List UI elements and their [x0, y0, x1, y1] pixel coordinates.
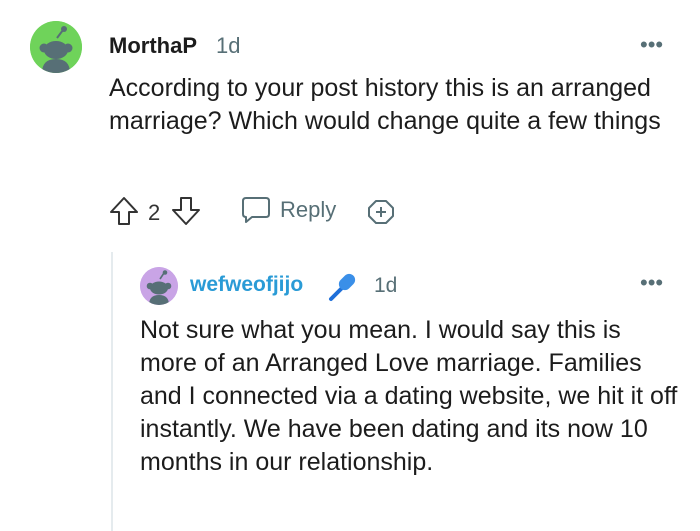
- microphone-icon: [324, 268, 360, 309]
- reply-body: Not sure what you mean. I would say this…: [140, 316, 678, 476]
- comment-timestamp: 1d: [216, 33, 241, 58]
- reply-bubble-icon: [242, 197, 270, 223]
- award-icon: [368, 200, 394, 224]
- reply-button[interactable]: Reply: [240, 195, 336, 225]
- vote-count: 2: [148, 200, 161, 225]
- reply-timestamp: 1d: [374, 274, 398, 297]
- thread-line[interactable]: [111, 252, 113, 531]
- comment-author[interactable]: MorthaP: [109, 33, 197, 59]
- award-button[interactable]: [366, 197, 396, 227]
- reply-avatar[interactable]: [140, 267, 178, 305]
- upvote-button[interactable]: [108, 195, 140, 227]
- comment-thread: MorthaP 1d ••• According to your post hi…: [0, 0, 700, 531]
- snoo-avatar-icon: [30, 21, 82, 73]
- more-options-icon[interactable]: •••: [640, 32, 663, 58]
- reply-author[interactable]: wefweofjijo: [190, 273, 303, 297]
- upvote-icon: [110, 197, 138, 225]
- comment-body: According to your post history this is a…: [109, 74, 661, 135]
- more-options-icon[interactable]: •••: [640, 270, 663, 296]
- snoo-avatar-icon: [140, 267, 178, 305]
- downvote-icon: [172, 197, 200, 225]
- comment-actions: 2 Reply: [108, 193, 428, 229]
- user-avatar[interactable]: [30, 21, 82, 73]
- downvote-button[interactable]: [170, 195, 202, 227]
- reply-label: Reply: [280, 197, 337, 222]
